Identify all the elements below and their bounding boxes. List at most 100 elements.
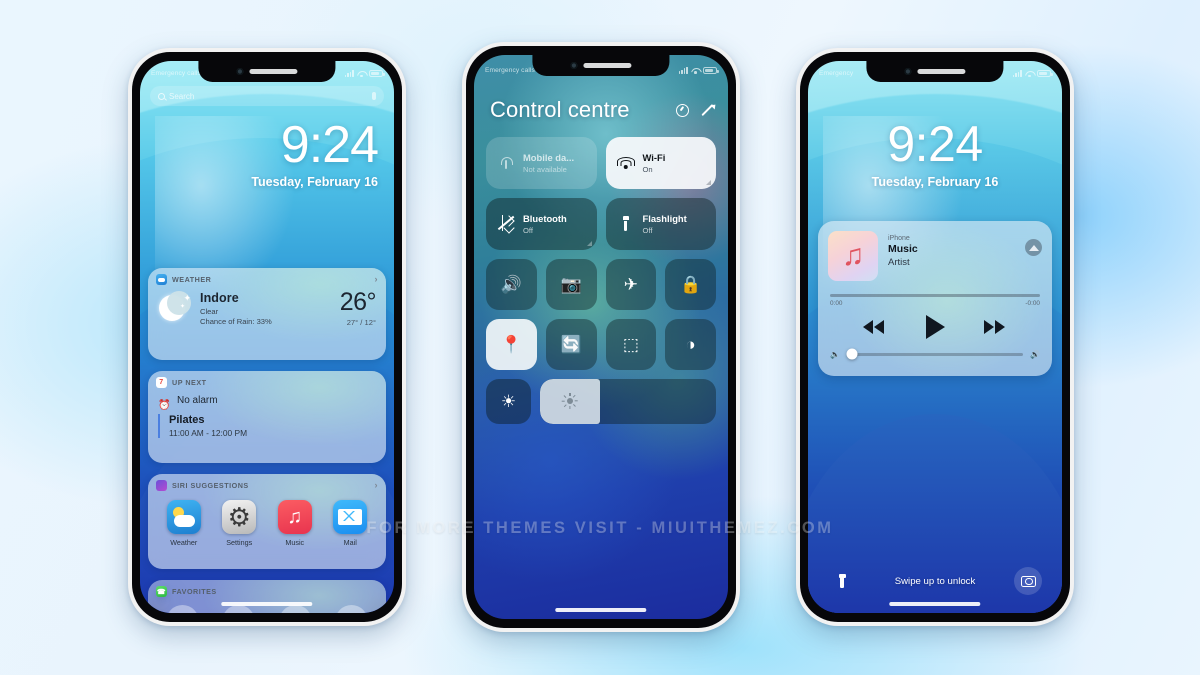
brightness-row: ☀	[486, 378, 716, 424]
auto-brightness-button[interactable]: ☀	[486, 378, 531, 424]
siri-suggestions-widget[interactable]: SIRI SUGGESTIONS › Weather Settings Musi…	[148, 474, 386, 569]
brightness-icon	[561, 393, 578, 409]
playback-times: 0:00 -0:00	[830, 300, 1040, 307]
home-indicator[interactable]	[889, 602, 981, 606]
chevron-right-icon[interactable]: ›	[375, 481, 379, 490]
app-weather[interactable]: Weather	[162, 500, 206, 547]
calendar-icon: 7	[156, 377, 167, 388]
rotation-lock-icon: 🔄	[560, 334, 582, 354]
wifi-tile[interactable]: Wi-Fi On	[605, 137, 716, 189]
mobile-data-tile[interactable]: Mobile da... Not available	[486, 137, 597, 189]
page-title: Control centre	[490, 97, 630, 122]
clock-date: Tuesday, February 16	[251, 175, 378, 190]
lock-tile[interactable]: 🔒	[665, 259, 716, 310]
phone-control-centre: Emergency calls o Control centre Mobile …	[462, 42, 740, 632]
rotation-lock-tile[interactable]: 🔄	[545, 318, 597, 370]
status-icons	[678, 66, 719, 74]
app-mail[interactable]: Mail	[328, 500, 372, 547]
search-input[interactable]: Search	[150, 86, 384, 106]
now-playing-widget[interactable]: iPhone Music Artist 0:00 -0:00	[818, 221, 1052, 376]
dark-mode-tile[interactable]: ◑	[665, 318, 716, 370]
tile-title: Flashlight	[642, 213, 687, 224]
search-placeholder: Search	[169, 91, 195, 101]
clock-time: 9:24	[280, 116, 379, 174]
weather-city: Indore	[200, 291, 239, 305]
wifi-icon	[357, 70, 366, 78]
brightness-slider-fill	[540, 378, 600, 424]
volume-slider-knob[interactable]	[846, 348, 858, 360]
bluetooth-flashlight-row: Bluetooth Off Flashlight Off	[486, 198, 716, 250]
favorites-widget-header: FAVORITES	[148, 580, 386, 600]
home-indicator[interactable]	[555, 608, 647, 612]
earpiece-speaker	[583, 63, 632, 68]
previous-track-button[interactable]	[862, 318, 888, 336]
app-label: Mail	[343, 538, 357, 547]
volume-slider[interactable]	[846, 348, 1024, 360]
lockscreen-clock: 9:24 Tuesday, February 16	[808, 119, 1062, 189]
weather-widget-header: WEATHER ›	[148, 268, 386, 288]
contact-item[interactable]: C Contact 3	[271, 605, 319, 613]
now-playing-header: iPhone Music Artist	[818, 221, 1052, 281]
signal-icon	[344, 70, 354, 77]
settings-gear-icon[interactable]	[676, 104, 689, 117]
front-camera-icon	[570, 62, 578, 69]
favorites-widget[interactable]: FAVORITES C Contact 1 C Contact 2 C Cont…	[148, 580, 386, 613]
camera-button[interactable]	[1014, 567, 1042, 595]
elapsed-time: 0:00	[830, 299, 843, 307]
flashlight-button[interactable]	[828, 567, 856, 595]
track-artist: Artist	[888, 257, 910, 268]
now-playing-meta: iPhone Music Artist	[888, 231, 918, 268]
app-music[interactable]: Music	[273, 500, 317, 547]
lockscreen-shortcuts: Swipe up to unlock	[808, 567, 1062, 595]
alarm-clock-icon	[158, 395, 169, 406]
lock-icon: 🔒	[680, 274, 702, 294]
wifi-icon	[1025, 70, 1034, 78]
resize-corner-icon	[586, 241, 592, 246]
bluetooth-tile[interactable]: Bluetooth Off	[486, 198, 597, 250]
app-label: Music	[285, 538, 305, 547]
camera-icon	[1020, 575, 1036, 587]
track-title: Music	[888, 243, 918, 255]
alarm-row: No alarm	[158, 395, 376, 406]
contact-item[interactable]: C Contact 4	[328, 605, 376, 613]
next-track-button[interactable]	[982, 318, 1008, 336]
calendar-event[interactable]: Pilates 11:00 AM - 12:00 PM	[158, 414, 376, 438]
location-tile[interactable]: 📍	[486, 318, 537, 370]
flashlight-tile[interactable]: Flashlight Off	[605, 198, 716, 250]
playback-progress-bar[interactable]	[830, 294, 1040, 297]
camera-tile[interactable]: 📷	[545, 259, 597, 310]
lockscreen-clock: 9:24 Tuesday, February 16	[251, 116, 379, 190]
edit-pencil-icon[interactable]	[699, 103, 714, 118]
chevron-right-icon[interactable]: ›	[375, 275, 379, 284]
home-indicator[interactable]	[221, 602, 313, 606]
battery-icon	[369, 70, 385, 77]
tile-subtitle: Off	[642, 226, 653, 235]
contact-item[interactable]: C Contact 2	[215, 605, 263, 613]
phone-lockscreen-widgets: Emergency calls Search 9:24 Tuesday, Feb…	[128, 48, 406, 626]
weather-widget[interactable]: WEATHER › ✦ ✦ Indore Clear Chance of Rai…	[148, 268, 386, 360]
airplane-mode-tile[interactable]: ✈	[605, 259, 657, 310]
event-time: 11:00 AM - 12:00 PM	[169, 428, 248, 438]
status-icons	[1012, 70, 1053, 78]
contact-item[interactable]: C Contact 1	[158, 605, 206, 613]
volume-tile[interactable]: 🔊	[486, 259, 537, 310]
phone2-bezel: Emergency calls o Control centre Mobile …	[466, 46, 736, 628]
brightness-slider[interactable]	[540, 378, 716, 424]
weather-widget-body: ✦ ✦ Indore Clear Chance of Rain: 33% 26°…	[148, 288, 386, 335]
qr-scanner-tile[interactable]: ⬚	[605, 318, 657, 370]
airplay-icon[interactable]	[1025, 239, 1042, 256]
upnext-widget-body: No alarm Pilates 11:00 AM - 12:00 PM	[148, 391, 386, 446]
play-button[interactable]	[924, 314, 946, 339]
carrier-label: Emergency calls o	[485, 66, 541, 74]
phone2-screen: Emergency calls o Control centre Mobile …	[474, 55, 728, 619]
app-settings[interactable]: Settings	[217, 500, 261, 547]
remaining-time: -0:00	[1025, 299, 1040, 307]
avatar: C	[165, 605, 199, 613]
upnext-widget[interactable]: 7 UP NEXT No alarm Pilates 11:00 AM - 12…	[148, 371, 386, 463]
microphone-icon[interactable]	[372, 92, 376, 100]
siri-icon	[156, 480, 167, 491]
search-icon	[158, 92, 165, 100]
flashlight-icon	[617, 215, 635, 233]
wifi-icon	[616, 154, 635, 172]
resize-corner-icon	[706, 180, 711, 185]
